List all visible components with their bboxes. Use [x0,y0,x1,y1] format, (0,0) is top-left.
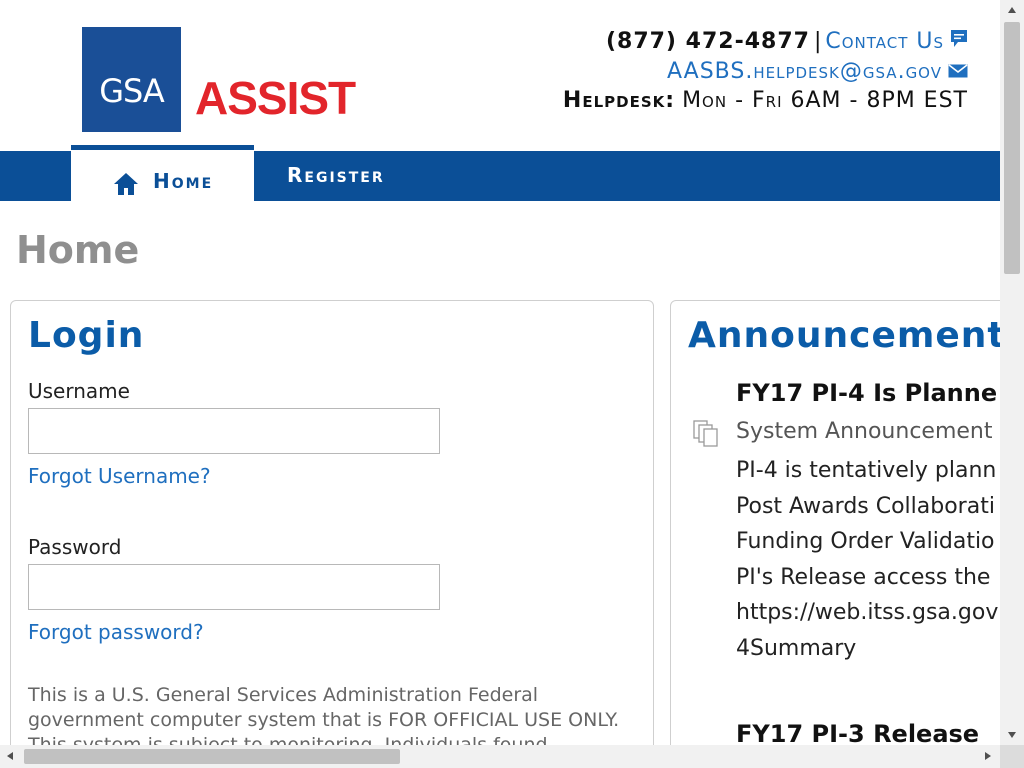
helpdesk-label: Helpdesk: [562,88,676,113]
announcement-body-line: PI-4 is tentatively plann [736,458,997,483]
tab-home[interactable]: Home [71,145,254,207]
login-heading: Login [28,315,145,356]
password-input[interactable] [28,564,440,610]
helpdesk-hours: Mon - Fri 6AM - 8PM EST [682,88,968,113]
announcement-body-line: PI's Release access the [736,564,991,590]
disclaimer-line: government computer system that is FOR O… [28,709,620,731]
announcements-panel: Announcement FY17 PI-4 Is Planne System … [670,300,1000,745]
scrollbar-corner [1000,745,1024,768]
vertical-scroll-thumb[interactable] [1004,22,1020,274]
announcement-body-line: Funding Order Validatio [736,529,995,554]
username-input[interactable] [28,408,440,454]
vertical-scrollbar[interactable] [1000,0,1024,745]
disclaimer-line: This is a U.S. General Services Administ… [28,684,539,706]
scroll-down-arrow-icon[interactable] [1007,731,1017,739]
disclaimer-line: This system is subject to monitoring. In… [28,734,548,745]
page-title: Home [16,228,140,272]
helpdesk-email-link[interactable]: AASBS.helpdesk@gsa.gov [667,59,942,84]
horizontal-scrollbar[interactable] [0,745,1000,768]
security-disclaimer: This is a U.S. General Services Administ… [28,683,638,745]
scroll-left-arrow-icon[interactable] [6,751,14,761]
announcement-type: System Announcement [736,419,993,444]
chat-bubble-icon[interactable] [950,28,968,57]
announcement-body: PI-4 is tentatively plann Post Awards Co… [736,453,998,666]
email-row: AASBS.helpdesk@gsa.gov [563,57,968,87]
assist-brand[interactable]: ASSIST [195,72,356,124]
phone-number: (877) 472-4877 [605,29,810,54]
gsa-logo[interactable]: GSA [82,27,181,132]
contact-block: (877) 472-4877 | Contact Us AASBS.helpdesk… [563,27,968,115]
helpdesk-row: Helpdesk: Mon - Fri 6AM - 8PM EST [563,86,968,115]
separator: | [813,29,822,54]
copy-documents-icon [692,419,720,451]
password-label: Password [28,535,122,559]
announcement-body-line[interactable]: https://web.itss.gsa.gov [736,595,998,631]
contact-row: (877) 472-4877 | Contact Us [563,27,968,57]
gsa-logo-text: GSA [99,72,165,110]
home-icon [113,172,139,200]
page-viewport: GSA ASSIST (877) 472-4877 | Contact Us AAS… [0,0,1000,745]
forgot-username-link[interactable]: Forgot Username? [28,464,211,488]
announcements-heading: Announcement [688,315,1000,356]
announcement-body-line: Post Awards Collaborati [736,493,995,519]
forgot-password-link[interactable]: Forgot password? [28,620,204,644]
announcement-title[interactable]: FY17 PI-3 Release [736,720,979,745]
announcement-body-line[interactable]: 4Summary [736,631,998,667]
tab-register[interactable]: Register [287,163,385,187]
username-label: Username [28,379,130,403]
scroll-right-arrow-icon[interactable] [984,751,992,761]
login-panel: Login Username Forgot Username? Password… [10,300,654,745]
horizontal-scroll-thumb[interactable] [24,749,400,764]
tab-home-label: Home [153,169,214,193]
contact-us-link[interactable]: Contact Us [825,29,944,54]
scroll-up-arrow-icon[interactable] [1007,6,1017,14]
announcement-title[interactable]: FY17 PI-4 Is Planne [736,379,997,407]
envelope-icon[interactable] [948,57,968,86]
